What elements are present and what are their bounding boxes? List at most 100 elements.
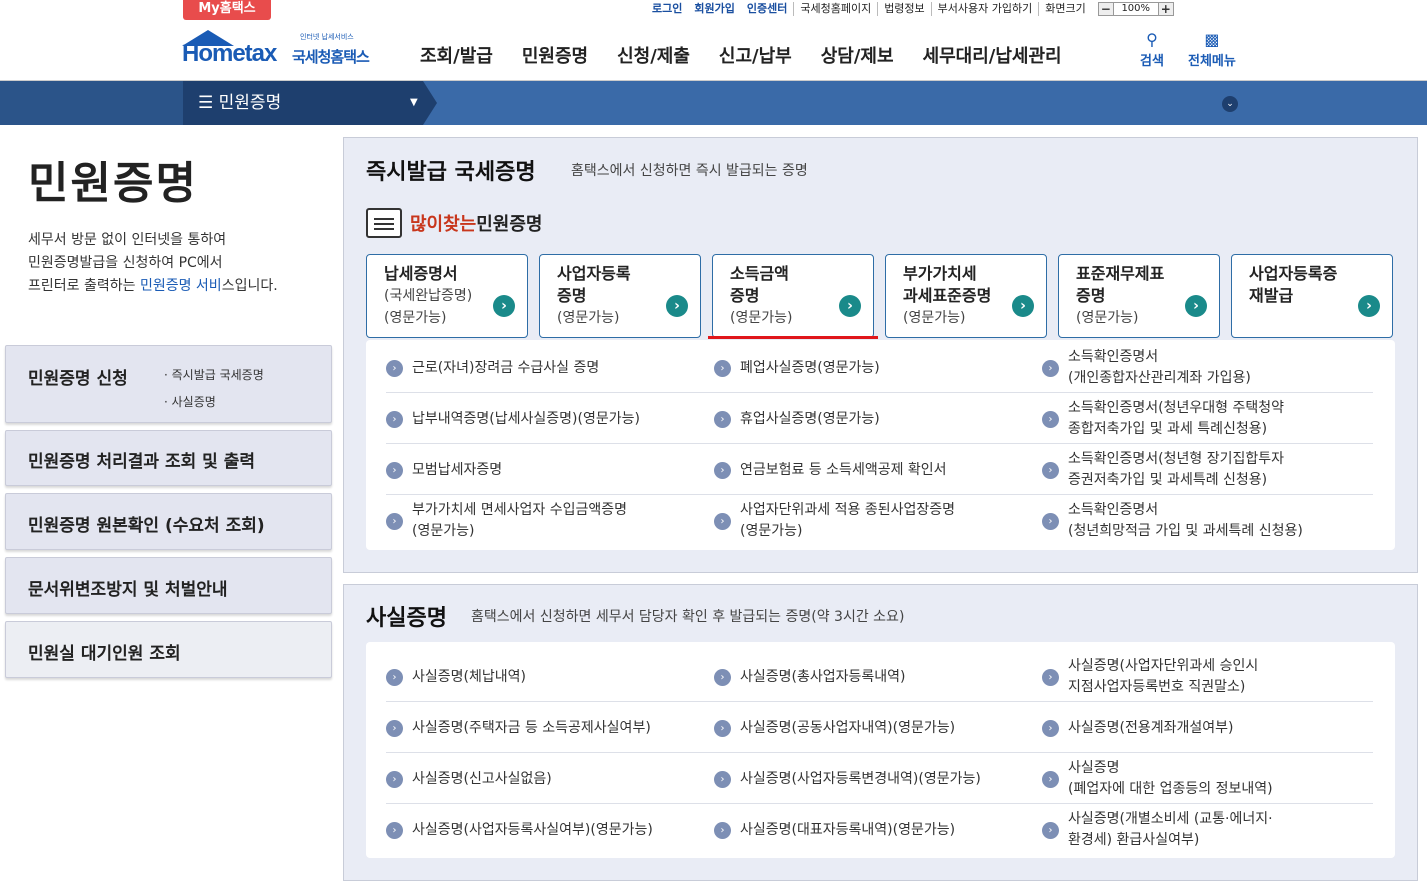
zoom-value: 100% <box>1113 2 1158 16</box>
arrow-bullet-icon: › <box>1042 770 1059 788</box>
card-vat-base[interactable]: 부가가치세 과세표준증명 (영문가능) › <box>885 254 1047 338</box>
list-item[interactable]: › 소득확인증명서 (청년희망적금 가입 및 과세특례 신청용) <box>1042 496 1303 546</box>
login-link[interactable]: 로그인 <box>646 2 688 16</box>
signup-link[interactable]: 회원가입 <box>688 2 740 16</box>
list-item[interactable]: › 사업자단위과세 적용 종된사업장증명 (영문가능) <box>714 496 955 546</box>
arrow-bullet-icon: › <box>714 821 731 839</box>
list-item[interactable]: › 모범납세자증명 <box>386 445 502 495</box>
side-sub-instant[interactable]: · 즉시발급 국세증명 <box>164 362 264 389</box>
search-button[interactable]: ⚲ 검색 <box>1140 30 1164 69</box>
gnb-application[interactable]: 신청/제출 <box>617 42 690 68</box>
list-item[interactable]: › 부가가치세 면세사업자 수입금액증명 (영문가능) <box>386 496 627 546</box>
my-hometax-button[interactable]: My홈택스 <box>183 0 271 20</box>
gnb-inquiry[interactable]: 조회/발급 <box>420 42 493 68</box>
go-arrow-icon: › <box>493 295 515 317</box>
list-item[interactable]: › 사실증명(사업자등록변경내역)(영문가능) <box>714 754 981 804</box>
card-income-amount[interactable]: 소득금액 증명 (영문가능) › <box>712 254 874 338</box>
top-bar: My홈택스 로그인 회원가입 인증센터 국세청홈페이지 법령정보 부서사용자 가… <box>0 0 1427 20</box>
list-row: › 사실증명(주택자금 등 소득공제사실여부) › 사실증명(공동사업자내역)(영문… <box>386 703 1373 753</box>
side-nav-certificate-apply[interactable]: 민원증명 신청 · 즉시발급 국세증명 · 사실증명 <box>5 345 332 423</box>
arrow-bullet-icon: › <box>1042 359 1059 377</box>
cert-center-link[interactable]: 인증센터 <box>741 2 793 16</box>
list-item[interactable]: › 근로(자녀)장려금 수급사실 증명 <box>386 343 599 393</box>
all-menu-label: 전체메뉴 <box>1188 54 1236 69</box>
logo-text: Hometax <box>182 40 277 67</box>
side-nav-forgery[interactable]: 문서위변조방지 및 처벌안내 <box>5 557 332 614</box>
list-item[interactable]: › 휴업사실증명(영문가능) <box>714 394 880 444</box>
list-item[interactable]: › 사실증명(사업자단위과세 승인시 지점사업자등록번호 직권말소) <box>1042 652 1258 702</box>
dept-user-signup-link[interactable]: 부서사용자 가입하기 <box>930 2 1039 16</box>
logo-korean: 국세청홈택스 <box>292 48 370 66</box>
zoom-in-button[interactable]: + <box>1157 2 1174 16</box>
list-item[interactable]: › 소득확인증명서(청년형 장기집합투자 증권저축가입 및 과세특례 신청용) <box>1042 445 1284 495</box>
list-item[interactable]: › 사실증명(사업자등록사실여부)(영문가능) <box>386 805 653 855</box>
arrow-bullet-icon: › <box>714 719 731 737</box>
side-nav-result[interactable]: 민원증명 처리결과 조회 및 출력 <box>5 430 332 486</box>
popular-cards: 납세증명서 (국세완납증명) (영문가능) › 사업자등록 증명 (영문가능) › 소득… <box>366 254 1393 338</box>
list-item[interactable]: › 사실증명 (폐업자에 대한 업종등의 정보내역) <box>1042 754 1273 804</box>
list-item[interactable]: › 사실증명(주택자금 등 소득공제사실여부) <box>386 703 651 753</box>
service-link[interactable]: 민원증명 서비 <box>140 278 222 294</box>
list-row: › 모범납세자증명 › 연금보험료 등 소득세액공제 확인서 › 소득확인증명서(청년… <box>386 445 1373 495</box>
zoom-out-button[interactable]: − <box>1097 2 1114 16</box>
go-arrow-icon: › <box>839 295 861 317</box>
arrow-bullet-icon: › <box>386 410 403 428</box>
list-row: › 근로(자녀)장려금 수급사실 증명 › 폐업사실증명(영문가능) › 소득확인증명… <box>386 343 1373 393</box>
list-item[interactable]: › 사실증명(총사업자등록내역) <box>714 652 905 702</box>
top-links: 로그인 회원가입 인증센터 국세청홈페이지 법령정보 부서사용자 가입하기 화면… <box>646 0 1174 18</box>
arrow-bullet-icon: › <box>1042 821 1059 839</box>
list-item[interactable]: › 사실증명(공동사업자내역)(영문가능) <box>714 703 955 753</box>
list-item[interactable]: › 소득확인증명서 (개인종합자산관리계좌 가입용) <box>1042 343 1251 393</box>
arrow-bullet-icon: › <box>1042 719 1059 737</box>
list-item[interactable]: › 소득확인증명서(청년우대형 주택청약 종합저축가입 및 과세 특례신청용) <box>1042 394 1284 444</box>
list-item[interactable]: › 폐업사실증명(영문가능) <box>714 343 880 393</box>
list-item[interactable]: › 연금보험료 등 소득세액공제 확인서 <box>714 445 947 495</box>
arrow-bullet-icon: › <box>714 770 731 788</box>
arrow-bullet-icon: › <box>1042 512 1059 530</box>
gnb-consult[interactable]: 상담/제보 <box>821 42 894 68</box>
side-nav-waiting[interactable]: 민원실 대기인원 조회 <box>5 621 332 678</box>
law-info-link[interactable]: 법령정보 <box>877 2 930 16</box>
dropdown-caret-icon: ▼ <box>410 97 418 108</box>
gnb-certificate[interactable]: 민원증명 <box>522 42 588 68</box>
search-icon: ⚲ <box>1146 30 1158 49</box>
arrow-bullet-icon: › <box>386 719 403 737</box>
go-arrow-icon: › <box>1012 295 1034 317</box>
nts-homepage-link[interactable]: 국세청홈페이지 <box>793 2 877 16</box>
list-item[interactable]: › 사실증명(신고사실없음) <box>386 754 552 804</box>
zoom-control: − 100% + <box>1097 2 1174 16</box>
card-tax-payment[interactable]: 납세증명서 (국세완납증명) (영문가능) › <box>366 254 528 338</box>
list-item[interactable]: › 사실증명(개별소비세 (교통·에너지· 환경세) 환급사실여부) <box>1042 805 1273 855</box>
sub-nav-bar: ☰ 민원증명 ▼ ⌄ <box>0 81 1427 125</box>
expand-circle-icon[interactable]: ⌄ <box>1222 96 1238 112</box>
fact-list: › 사실증명(체납내역) › 사실증명(총사업자등록내역) › 사실증명(사업자단위과… <box>366 642 1395 858</box>
side-sub-fact[interactable]: · 사실증명 <box>164 389 264 416</box>
global-nav: 조회/발급 민원증명 신청/제출 신고/납부 상담/제보 세무대리/납세관리 <box>420 42 1091 68</box>
red-underline-annotation <box>708 336 878 339</box>
list-row: › 사실증명(체납내역) › 사실증명(총사업자등록내역) › 사실증명(사업자단위과… <box>386 652 1373 702</box>
all-menu-button[interactable]: ▩ 전체메뉴 <box>1188 30 1236 69</box>
gnb-filing[interactable]: 신고/납부 <box>719 42 792 68</box>
arrow-bullet-icon: › <box>714 461 731 479</box>
list-item[interactable]: › 사실증명(체납내역) <box>386 652 526 702</box>
card-financial-statements[interactable]: 표준재무제표 증명 (영문가능) › <box>1058 254 1220 338</box>
hometax-logo[interactable]: Hometax 인터넷 납세서비스 국세청홈택스 <box>180 28 385 76</box>
logo-tagline: 인터넷 납세서비스 <box>300 33 354 41</box>
card-business-registration[interactable]: 사업자등록 증명 (영문가능) › <box>539 254 701 338</box>
list-item[interactable]: › 사실증명(전용계좌개설여부) <box>1042 703 1233 753</box>
list-row: › 사실증명(사업자등록사실여부)(영문가능) › 사실증명(대표자등록내역)(영문… <box>386 805 1373 855</box>
instant-issuance-section: 즉시발급 국세증명 홈택스에서 신청하면 즉시 발급되는 증명 많이찾는 민원증… <box>343 137 1418 573</box>
arrow-bullet-icon: › <box>386 359 403 377</box>
arrow-bullet-icon: › <box>714 668 731 686</box>
arrow-bullet-icon: › <box>386 821 403 839</box>
list-item[interactable]: › 사실증명(대표자등록내역)(영문가능) <box>714 805 955 855</box>
header: Hometax 인터넷 납세서비스 국세청홈택스 조회/발급 민원증명 신청/제… <box>0 20 1427 81</box>
card-registration-reissue[interactable]: 사업자등록증 재발급 › <box>1231 254 1393 338</box>
list-row: › 부가가치세 면세사업자 수입금액증명 (영문가능) › 사업자단위과세 적용 종… <box>386 496 1373 546</box>
fact-subtitle: 홈택스에서 신청하면 세무서 담당자 확인 후 발급되는 증명(약 3시간 소요… <box>471 609 905 625</box>
gnb-tax-agent[interactable]: 세무대리/납세관리 <box>923 42 1062 68</box>
side-nav-original-check[interactable]: 민원증명 원본확인 (수요처 조회) <box>5 493 332 550</box>
go-arrow-icon: › <box>1185 295 1207 317</box>
fact-certificate-section: 사실증명 홈택스에서 신청하면 세무서 담당자 확인 후 발급되는 증명(약 3… <box>343 584 1418 881</box>
list-item[interactable]: › 납부내역증명(납세사실증명)(영문가능) <box>386 394 640 444</box>
